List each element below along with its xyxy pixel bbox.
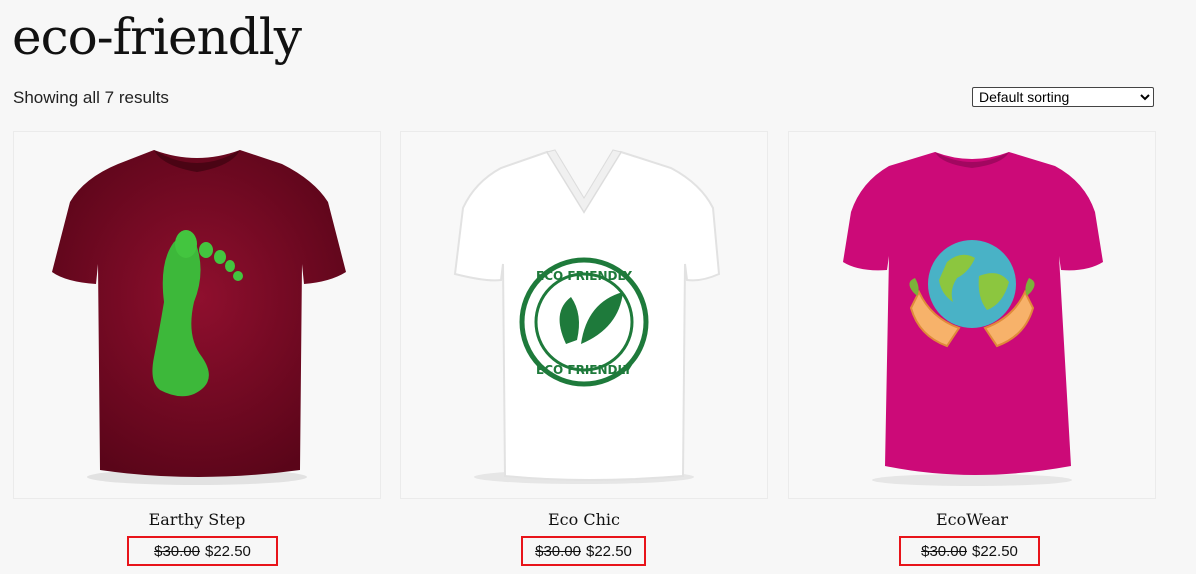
old-price: $30.00 [154, 542, 200, 560]
sale-price: $22.50 [972, 542, 1018, 560]
tshirt-eco-stamp-image: ECO FRIENDLY ECO FRIENDLY [453, 149, 721, 484]
product-image[interactable] [13, 131, 381, 499]
old-price: $30.00 [535, 542, 581, 560]
sale-price: $22.50 [586, 542, 632, 560]
old-price: $30.00 [921, 542, 967, 560]
price-highlight: $30.00 $22.50 [521, 536, 646, 566]
page-title: eco-friendly [12, 8, 302, 66]
product-name[interactable]: Earthy Step [13, 509, 381, 531]
tshirt-earth-hands-image [843, 152, 1103, 486]
stamp-text: ECO FRIENDLY [536, 363, 632, 377]
stamp-text: ECO FRIENDLY [536, 269, 632, 283]
price-highlight: $30.00 $22.50 [127, 536, 278, 566]
product-card[interactable]: Earthy Step $30.00 $22.50 [13, 131, 381, 566]
product-image[interactable]: ECO FRIENDLY ECO FRIENDLY [400, 131, 768, 499]
result-count: Showing all 7 results [13, 88, 169, 107]
tshirt-footprint-image [52, 150, 346, 485]
price-highlight: $30.00 $22.50 [899, 536, 1040, 566]
product-card[interactable]: ECO FRIENDLY ECO FRIENDLY Eco Chic $30.0… [400, 131, 768, 566]
product-card[interactable]: EcoWear $30.00 $22.50 [788, 131, 1156, 566]
product-name[interactable]: EcoWear [788, 509, 1156, 531]
product-name[interactable]: Eco Chic [400, 509, 768, 531]
sale-price: $22.50 [205, 542, 251, 560]
product-image[interactable] [788, 131, 1156, 499]
sort-select[interactable]: Default sorting [972, 87, 1154, 107]
